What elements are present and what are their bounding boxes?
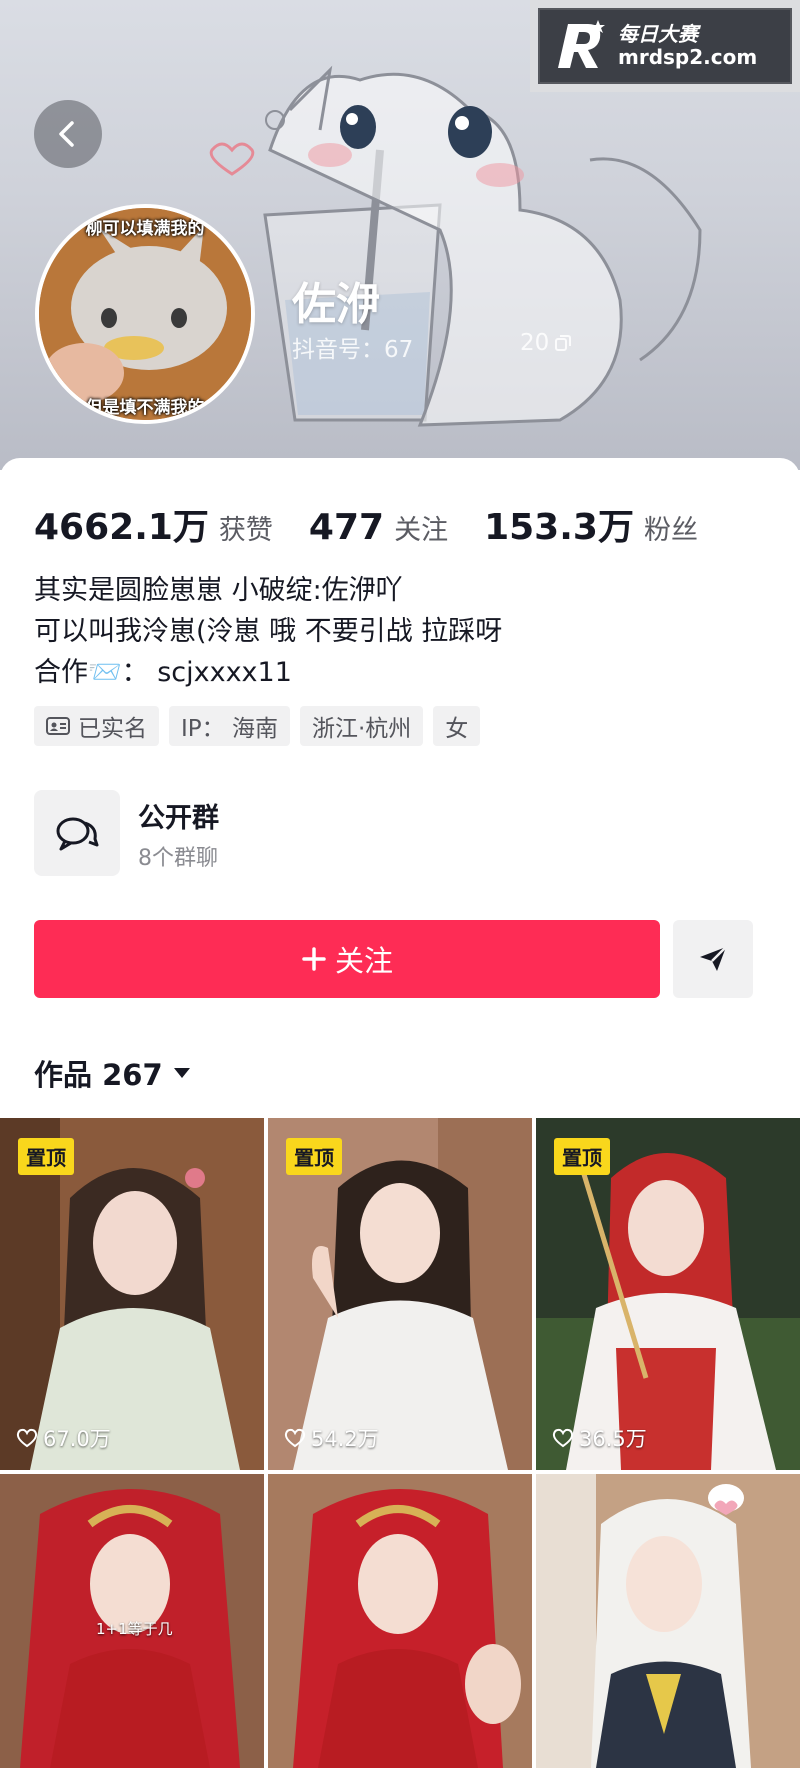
bio: 其实是圆脸崽崽 小破绽:佐洢吖 可以叫我泠崽(泠崽 哦 不要引战 拉踩呀 合作📨… <box>34 570 502 693</box>
chevron-left-icon <box>59 121 74 147</box>
avatar-caption-top: 柳可以填满我的 <box>85 219 205 239</box>
avatar[interactable]: 柳可以填满我的 但是填不满我的 <box>35 204 255 424</box>
watermark: 每日大赛 mrdsp2.com <box>530 0 800 92</box>
pinned-badge: 置顶 <box>18 1138 74 1175</box>
video-thumbnail[interactable]: 置顶 36.5万 <box>536 1118 800 1470</box>
video-thumbnail[interactable] <box>536 1474 800 1768</box>
brand-logo-icon <box>558 20 605 68</box>
video-thumbnail[interactable] <box>268 1474 532 1768</box>
send-icon <box>700 946 727 971</box>
tag-gender: 女 <box>433 706 481 746</box>
heart-icon <box>284 1428 306 1448</box>
avatar-image <box>39 208 251 420</box>
tag-location: 浙江·杭州 <box>299 706 424 746</box>
tag-verified: 已实名 <box>34 706 159 746</box>
plus-icon <box>302 947 326 971</box>
following-label[interactable]: 关注 <box>394 508 448 547</box>
caret-down-icon <box>173 1068 190 1078</box>
works-label: 作品 267 <box>34 1058 163 1092</box>
like-count: 54.2万 <box>284 1423 379 1453</box>
stats-row: 4662.1万 获赞 477 关注 153.3万 粉丝 <box>34 498 734 550</box>
like-count-text: 54.2万 <box>311 1427 379 1451</box>
avatar-caption-bottom: 但是填不满我的 <box>85 398 205 418</box>
likes-count: 4662.1万 <box>34 507 209 548</box>
profile-name: 佐洢 <box>292 279 380 330</box>
following-count[interactable]: 477 <box>309 507 384 548</box>
tag-row: 已实名 IP： 海南 浙江·杭州 女 <box>34 706 481 746</box>
follow-button[interactable]: 关注 <box>34 920 660 998</box>
bio-line-3: 合作📨： scjxxxx11 <box>34 657 292 688</box>
bio-line-2: 可以叫我泠崽(泠崽 哦 不要引战 拉踩呀 <box>34 616 503 647</box>
like-count-text: 36.5万 <box>579 1427 647 1451</box>
followers-label[interactable]: 粉丝 <box>644 508 698 547</box>
id-extra-text: 20 <box>520 330 550 356</box>
like-count: 36.5万 <box>552 1423 647 1453</box>
group-chat-icon <box>34 790 120 876</box>
video-thumbnail-image <box>268 1474 532 1768</box>
copy-icon <box>555 335 572 351</box>
video-caption: 1+1等于几 <box>96 1620 173 1638</box>
douyin-id: 抖音号：67 <box>292 337 414 363</box>
group-title: 公开群 <box>138 803 219 834</box>
follow-label: 关注 <box>334 944 393 978</box>
tag-ip: IP： 海南 <box>169 706 290 746</box>
like-count-text: 67.0万 <box>43 1427 111 1451</box>
video-thumbnail[interactable]: 置顶 67.0万 <box>0 1118 264 1470</box>
back-button[interactable] <box>34 100 102 168</box>
public-group[interactable]: 公开群 8个群聊 <box>34 790 634 876</box>
tag-verified-label: 已实名 <box>78 716 147 742</box>
brand-url: mrdsp2.com <box>618 45 758 69</box>
id-extra[interactable]: 20 <box>520 330 573 356</box>
heart-icon <box>552 1428 574 1448</box>
video-thumbnail-image <box>536 1474 800 1768</box>
share-button[interactable] <box>673 920 753 998</box>
like-count: 67.0万 <box>16 1423 111 1453</box>
likes-label: 获赞 <box>218 515 273 546</box>
pinned-badge: 置顶 <box>286 1138 342 1175</box>
heart-icon <box>16 1428 38 1448</box>
profile-banner: 每日大赛 mrdsp2.com 柳可以填满我的 但是填不满我的 佐洢 抖音号：6… <box>0 0 800 470</box>
group-subtitle: 8个群聊 <box>138 846 218 871</box>
id-card-icon <box>46 717 70 735</box>
pinned-badge: 置顶 <box>554 1138 610 1175</box>
bio-line-1: 其实是圆脸崽崽 小破绽:佐洢吖 <box>34 575 403 606</box>
brand-name: 每日大赛 <box>618 22 698 46</box>
tab-works[interactable]: 作品 267 <box>34 1052 191 1094</box>
video-thumbnail[interactable]: 置顶 54.2万 <box>268 1118 532 1470</box>
followers-count[interactable]: 153.3万 <box>484 498 634 550</box>
